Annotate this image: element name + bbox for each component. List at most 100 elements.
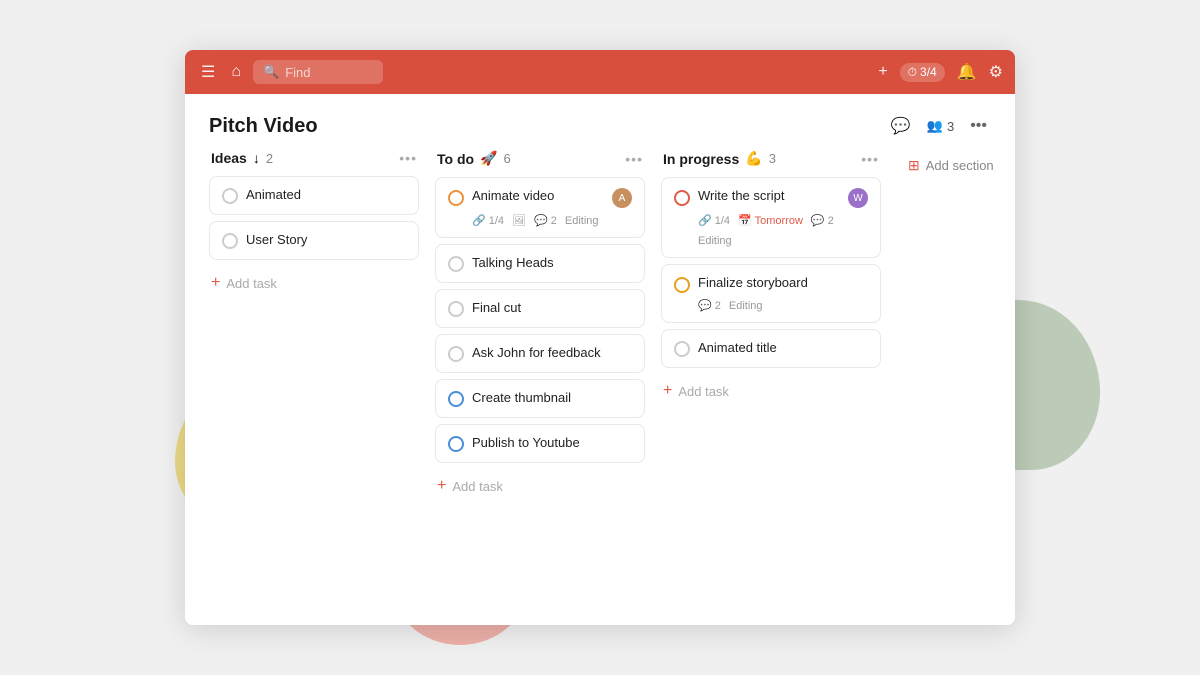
comment-button[interactable]: 💬 <box>887 112 915 140</box>
topbar-left: ☰ ⌂ 🔍 <box>197 58 878 86</box>
task-circle-finalize-storyboard <box>674 277 690 293</box>
task-card-animated[interactable]: Animated <box>209 176 419 215</box>
task-meta-comments: 💬 2 <box>534 214 557 227</box>
task-card-final-cut[interactable]: Final cut <box>435 289 645 328</box>
search-input[interactable] <box>285 65 365 80</box>
task-card-talking-heads[interactable]: Talking Heads <box>435 244 645 283</box>
search-bar[interactable]: 🔍 <box>253 60 383 84</box>
column-todo-menu[interactable]: ••• <box>625 151 643 167</box>
column-ideas-menu[interactable]: ••• <box>399 150 417 166</box>
column-todo-title-wrap: To do 🚀 6 <box>437 150 511 167</box>
column-inprogress-emoji: 💪 <box>745 150 762 167</box>
column-ideas-title: Ideas <box>211 150 247 166</box>
task-card-create-thumbnail[interactable]: Create thumbnail <box>435 379 645 418</box>
task-name-animated: Animated <box>246 187 406 204</box>
bell-icon[interactable]: 🔔 <box>957 62 977 82</box>
plus-icon-ideas: + <box>211 274 220 292</box>
page-title: Pitch Video <box>209 115 318 138</box>
column-todo-emoji: 🚀 <box>480 150 497 167</box>
column-inprogress-menu[interactable]: ••• <box>861 151 879 167</box>
plus-icon-inprogress: + <box>663 382 672 400</box>
task-circle-animated-title <box>674 341 690 357</box>
topbar-right: + ⏱ 3/4 🔔 ⚙ <box>878 62 1003 82</box>
task-name-user-story: User Story <box>246 232 406 249</box>
add-section-icon: ⊞ <box>908 157 920 174</box>
column-inprogress-count: 3 <box>769 151 776 166</box>
task-meta-editing: Editing <box>565 215 599 227</box>
more-button[interactable]: ••• <box>966 113 991 139</box>
add-section-button[interactable]: ⊞ Add section <box>897 150 1005 181</box>
task-name-publish-youtube: Publish to Youtube <box>472 435 632 452</box>
task-circle-write-script <box>674 190 690 206</box>
task-name-final-cut: Final cut <box>472 300 632 317</box>
topbar: ☰ ⌂ 🔍 + ⏱ 3/4 🔔 ⚙ <box>185 50 1015 94</box>
task-meta-editing-script: Editing <box>698 235 732 247</box>
task-name-write-script: Write the script <box>698 188 840 205</box>
task-avatar-animate-video: A <box>612 188 632 208</box>
members-count: 3 <box>947 119 954 134</box>
column-ideas: Ideas ↓ 2 ••• Animated User Story + <box>209 150 419 605</box>
task-meta-tomorrow: 📅 Tomorrow <box>738 214 803 227</box>
column-inprogress: In progress 💪 3 ••• Write the script <box>661 150 881 605</box>
page-header: Pitch Video 💬 👥 3 ••• <box>185 94 1015 150</box>
home-icon[interactable]: ⌂ <box>227 59 245 85</box>
add-task-ideas-label: Add task <box>226 276 277 291</box>
menu-icon[interactable]: ☰ <box>197 58 219 86</box>
column-todo-header: To do 🚀 6 ••• <box>435 150 645 167</box>
task-circle-create-thumbnail <box>448 391 464 407</box>
task-card-user-story[interactable]: User Story <box>209 221 419 260</box>
task-name-animate-video: Animate video <box>472 188 604 205</box>
task-circle-ask-john <box>448 346 464 362</box>
task-card-animated-title[interactable]: Animated title <box>661 329 881 368</box>
task-card-animate-video[interactable]: Animate video A 🔗 1/4 🖼 💬 2 Editing <box>435 177 645 238</box>
column-ideas-count: 2 <box>266 151 273 166</box>
task-card-finalize-storyboard[interactable]: Finalize storyboard 💬 2 Editing <box>661 264 881 323</box>
column-todo-count: 6 <box>504 151 511 166</box>
column-todo: To do 🚀 6 ••• Animate video <box>435 150 645 605</box>
task-circle-talking-heads <box>448 256 464 272</box>
search-icon: 🔍 <box>263 64 279 80</box>
task-circle-publish-youtube <box>448 436 464 452</box>
app-window: ☰ ⌂ 🔍 + ⏱ 3/4 🔔 ⚙ Pitch Video 💬 👥 <box>185 50 1015 625</box>
task-meta-image: 🖼 <box>512 214 526 227</box>
task-name-talking-heads: Talking Heads <box>472 255 632 272</box>
task-name-ask-john: Ask John for feedback <box>472 345 632 362</box>
task-meta-link-script: 🔗 1/4 <box>698 214 730 227</box>
timer-icon: ⏱ <box>908 65 917 80</box>
page-header-actions: 💬 👥 3 ••• <box>887 112 991 140</box>
column-ideas-header: Ideas ↓ 2 ••• <box>209 150 419 166</box>
task-meta-link: 🔗 1/4 <box>472 214 504 227</box>
members-icon: 👥 <box>927 118 943 134</box>
task-name-create-thumbnail: Create thumbnail <box>472 390 632 407</box>
task-circle-user-story <box>222 233 238 249</box>
avatar-count-label: 3/4 <box>920 65 937 79</box>
task-circle-animate-video <box>448 190 464 206</box>
content: Pitch Video 💬 👥 3 ••• Ideas ↓ 2 <box>185 94 1015 625</box>
add-button[interactable]: + <box>878 63 887 81</box>
plus-icon-todo: + <box>437 477 446 495</box>
add-task-todo-label: Add task <box>452 479 503 494</box>
column-ideas-emoji: ↓ <box>253 150 260 166</box>
column-inprogress-title: In progress <box>663 151 739 167</box>
task-avatar-write-script: W <box>848 188 868 208</box>
add-task-todo[interactable]: + Add task <box>435 469 645 503</box>
gear-icon[interactable]: ⚙ <box>989 62 1003 82</box>
add-task-inprogress-label: Add task <box>678 384 729 399</box>
task-meta-editing-storyboard: Editing <box>729 300 763 312</box>
task-card-publish-youtube[interactable]: Publish to Youtube <box>435 424 645 463</box>
add-task-ideas[interactable]: + Add task <box>209 266 419 300</box>
column-ideas-title-wrap: Ideas ↓ 2 <box>211 150 273 166</box>
add-section-col: ⊞ Add section <box>897 150 1005 605</box>
task-name-finalize-storyboard: Finalize storyboard <box>698 275 868 292</box>
column-inprogress-header: In progress 💪 3 ••• <box>661 150 881 167</box>
task-card-write-script[interactable]: Write the script W 🔗 1/4 📅 Tomorrow 💬 2 … <box>661 177 881 258</box>
add-task-inprogress[interactable]: + Add task <box>661 374 881 408</box>
avatar-count: ⏱ 3/4 <box>900 63 945 82</box>
task-circle-animated <box>222 188 238 204</box>
add-section-label: Add section <box>926 158 994 173</box>
task-name-animated-title: Animated title <box>698 340 868 357</box>
members-button[interactable]: 👥 3 <box>927 118 954 134</box>
task-meta-comments-script: 💬 2 <box>811 214 834 227</box>
column-todo-title: To do <box>437 151 474 167</box>
task-card-ask-john[interactable]: Ask John for feedback <box>435 334 645 373</box>
